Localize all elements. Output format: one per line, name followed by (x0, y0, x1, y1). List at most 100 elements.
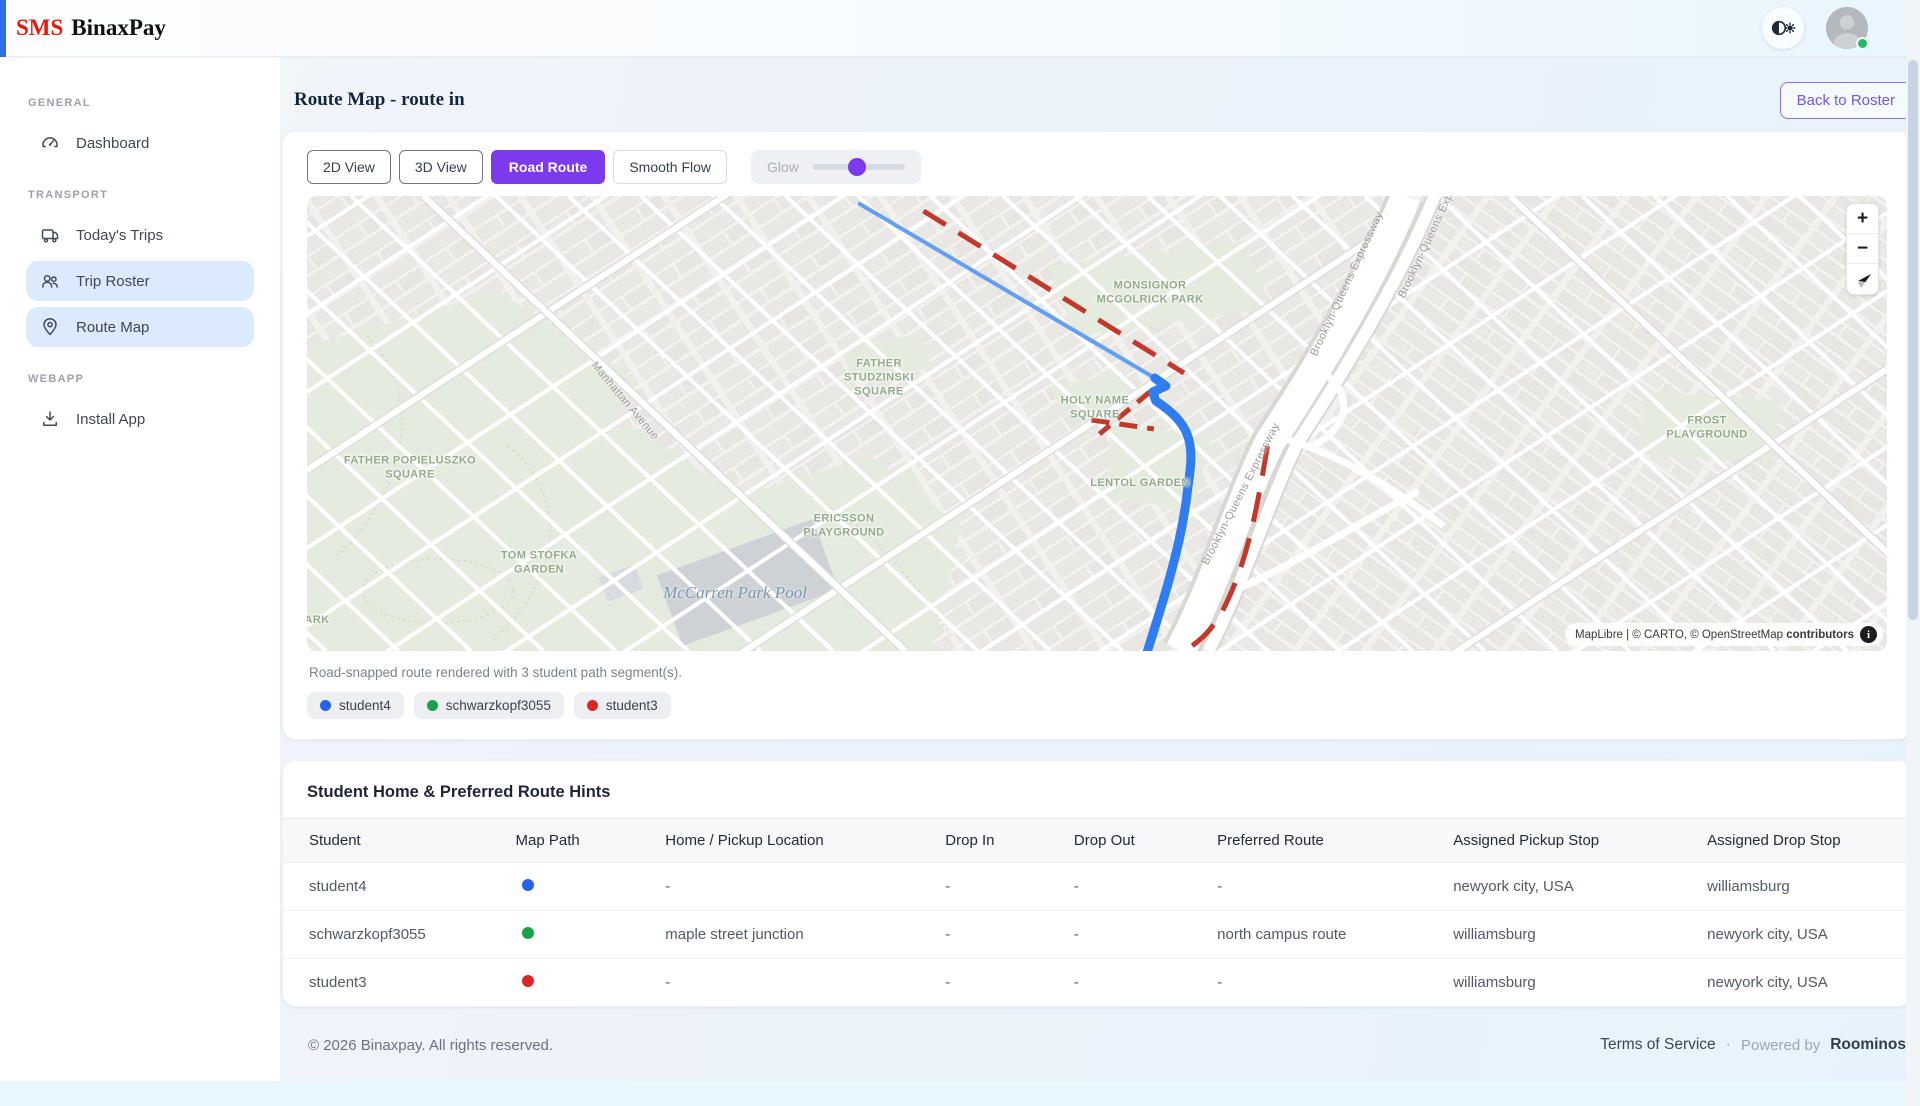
terms-of-service-link[interactable]: Terms of Service (1600, 1036, 1715, 1054)
map-pin-icon (40, 317, 60, 337)
sidebar-item-todays-trips[interactable]: Today's Trips (26, 215, 254, 255)
people-icon (40, 271, 60, 291)
user-avatar[interactable] (1826, 7, 1868, 49)
legend-dot-red (587, 700, 598, 711)
gauge-icon (40, 133, 60, 153)
view-3d-button[interactable]: 3D View (399, 150, 483, 184)
attribution-contributors[interactable]: contributors (1786, 629, 1854, 641)
path-color-dot (522, 927, 534, 939)
table-row[interactable]: student3 - - - - williamsburg newyork ci… (283, 959, 1911, 1007)
route-legend: student4 schwarzkopf3055 student3 (307, 692, 1887, 719)
col-assigned-pickup: Assigned Pickup Stop (1437, 819, 1691, 863)
cell-preferred: - (1201, 863, 1437, 911)
cell-pickup-stop: newyork city, USA (1437, 863, 1691, 911)
topbar-actions (1762, 7, 1868, 49)
cell-student: student4 (283, 863, 500, 911)
glow-control: Glow (751, 150, 921, 184)
cell-drop-in: - (929, 863, 1058, 911)
map-canvas[interactable]: MONSIGNOR MCGOLRICK PARK FATHER STUDZINS… (307, 196, 1887, 651)
legend-chip-schwarzkopf3055[interactable]: schwarzkopf3055 (414, 692, 564, 719)
main-content: Route Map - route in Back to Roster 2D V… (280, 57, 1920, 1081)
cell-drop-out: - (1058, 863, 1201, 911)
footer-separator: · (1726, 1036, 1731, 1054)
info-icon[interactable]: i (1860, 626, 1877, 643)
footer: © 2026 Binaxpay. All rights reserved. Te… (282, 1023, 1912, 1067)
smooth-flow-button[interactable]: Smooth Flow (613, 150, 727, 184)
col-preferred-route: Preferred Route (1201, 819, 1437, 863)
zoom-out-button[interactable]: − (1847, 234, 1878, 264)
cell-drop-in: - (929, 911, 1058, 959)
col-drop-out: Drop Out (1058, 819, 1201, 863)
path-color-dot (522, 879, 534, 891)
map-render (307, 196, 1887, 651)
cell-drop-stop: newyork city, USA (1691, 911, 1911, 959)
sidebar-section-general: GENERAL (28, 97, 254, 109)
sidebar-item-label: Trip Roster (76, 273, 150, 290)
glow-slider-thumb[interactable] (848, 158, 866, 176)
theme-toggle-button[interactable] (1762, 7, 1804, 49)
cell-home: - (649, 863, 929, 911)
sidebar-item-dashboard[interactable]: Dashboard (26, 123, 254, 163)
table-row[interactable]: schwarzkopf3055 maple street junction - … (283, 911, 1911, 959)
sidebar-item-label: Dashboard (76, 135, 149, 152)
cell-drop-stop: newyork city, USA (1691, 959, 1911, 1007)
download-icon (40, 409, 60, 429)
cell-drop-out: - (1058, 959, 1201, 1007)
cell-drop-out: - (1058, 911, 1201, 959)
table-title: Student Home & Preferred Route Hints (283, 779, 1911, 818)
back-to-roster-button[interactable]: Back to Roster (1780, 82, 1912, 119)
glow-slider[interactable] (813, 164, 905, 170)
sidebar-item-label: Route Map (76, 319, 149, 336)
map-attribution: MapLibre | © CARTO, © OpenStreetMap cont… (1565, 623, 1883, 646)
cell-home: - (649, 959, 929, 1007)
path-color-dot (522, 975, 534, 987)
cell-pickup-stop: williamsburg (1437, 911, 1691, 959)
map-zoom-controls: + − (1846, 203, 1879, 295)
zoom-in-button[interactable]: + (1847, 204, 1878, 234)
col-assigned-drop: Assigned Drop Stop (1691, 819, 1911, 863)
cell-preferred: north campus route (1201, 911, 1437, 959)
legend-label: schwarzkopf3055 (446, 698, 551, 713)
view-2d-button[interactable]: 2D View (307, 150, 391, 184)
col-drop-in: Drop In (929, 819, 1058, 863)
scrollbar-thumb[interactable] (1908, 60, 1918, 620)
map-caption: Road-snapped route rendered with 3 stude… (309, 665, 1887, 680)
col-map-path: Map Path (500, 819, 650, 863)
sidebar-item-label: Today's Trips (76, 227, 163, 244)
cell-student: schwarzkopf3055 (283, 911, 500, 959)
sidebar-section-transport: TRANSPORT (28, 189, 254, 201)
table-row[interactable]: student4 - - - - newyork city, USA willi… (283, 863, 1911, 911)
sidebar-item-route-map[interactable]: Route Map (26, 307, 254, 347)
bus-icon (40, 225, 60, 245)
app-logo: SMSBinaxPay (16, 15, 166, 41)
page-title: Route Map - route in (294, 89, 465, 111)
cell-pickup-stop: williamsburg (1437, 959, 1691, 1007)
contrast-sun-icon (1770, 17, 1796, 39)
legend-dot-blue (320, 700, 331, 711)
powered-by-brand[interactable]: Roominos (1830, 1036, 1906, 1054)
road-route-button[interactable]: Road Route (491, 150, 606, 184)
glow-label: Glow (767, 159, 799, 175)
sidebar-section-webapp: WEBAPP (28, 373, 254, 385)
legend-label: student3 (606, 698, 658, 713)
sidebar-item-trip-roster[interactable]: Trip Roster (26, 261, 254, 301)
legend-chip-student3[interactable]: student3 (574, 692, 671, 719)
compass-needle-icon (1853, 269, 1873, 289)
sidebar-item-install-app[interactable]: Install App (26, 399, 254, 439)
page-scrollbar[interactable] (1906, 0, 1920, 1106)
table-header-row: Student Map Path Home / Pickup Location … (283, 819, 1911, 863)
col-home-pickup: Home / Pickup Location (649, 819, 929, 863)
sidebar: GENERAL Dashboard TRANSPORT (0, 57, 280, 1081)
route-map-card: 2D View 3D View Road Route Smooth Flow G… (282, 131, 1912, 740)
cell-drop-in: - (929, 959, 1058, 1007)
cell-drop-stop: williamsburg (1691, 863, 1911, 911)
logo-name: BinaxPay (71, 15, 166, 40)
copyright-text: © 2026 Binaxpay. All rights reserved. (308, 1037, 553, 1054)
powered-by-text: Powered by (1741, 1037, 1820, 1054)
compass-button[interactable] (1847, 264, 1878, 294)
col-student: Student (283, 819, 500, 863)
legend-chip-student4[interactable]: student4 (307, 692, 404, 719)
cell-student: student3 (283, 959, 500, 1007)
map-controls: 2D View 3D View Road Route Smooth Flow G… (307, 150, 1887, 184)
legend-dot-green (427, 700, 438, 711)
